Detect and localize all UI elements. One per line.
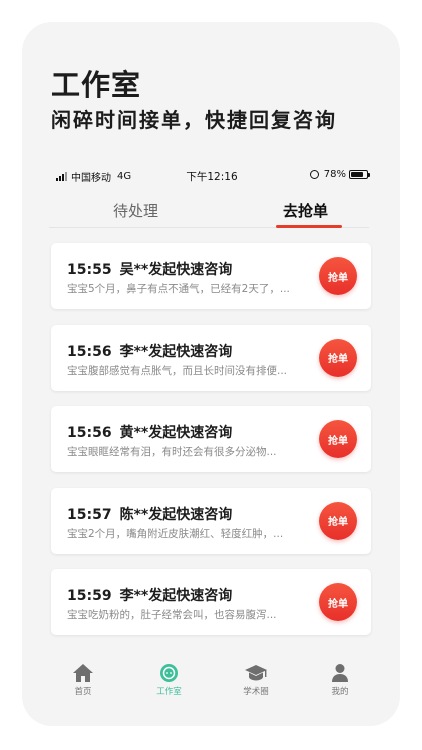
grab-order-button[interactable]: 抢单 [319, 501, 357, 540]
card-header: 15:56 黄**发起快速咨询 [67, 422, 232, 442]
grab-order-button[interactable]: 抢单 [319, 583, 357, 621]
consult-card[interactable]: 15:57 陈**发起快速咨询 宝宝2个月，嘴角附近皮肤潮红、轻度红肿，... 抢… [51, 487, 371, 554]
card-description: 宝宝腹部感觉有点胀气，而且长时间没有排便... [67, 364, 288, 377]
card-time: 15:59 [67, 588, 112, 604]
nav-studio[interactable]: 工作室 [139, 662, 199, 697]
person-icon [332, 664, 348, 682]
graduation-cap-icon [245, 665, 267, 681]
nav-label: 工作室 [156, 687, 182, 697]
card-header: 15:55 吴**发起快速咨询 [67, 259, 232, 279]
nav-label: 我的 [331, 687, 349, 697]
battery-percent: 78% [323, 169, 346, 180]
card-title: 李**发起快速咨询 [119, 343, 233, 360]
tab-grab-orders[interactable]: 去抢单 [283, 200, 328, 221]
nav-label: 首页 [74, 687, 92, 697]
home-icon [73, 664, 93, 682]
grab-order-button[interactable]: 抢单 [319, 338, 357, 377]
status-right: 78% [309, 169, 370, 180]
chat-bubble-icon [160, 664, 178, 682]
card-header: 15:57 陈**发起快速咨询 [67, 504, 232, 524]
card-header: 15:56 李**发起快速咨询 [67, 341, 232, 361]
grab-order-button[interactable]: 抢单 [319, 257, 357, 295]
grab-order-button[interactable]: 抢单 [319, 420, 357, 458]
card-time: 15:56 [67, 343, 112, 360]
card-description: 宝宝5个月，鼻子有点不通气，已经有2天了，... [67, 283, 290, 295]
card-title: 吴**发起快速咨询 [119, 262, 233, 278]
active-tab-indicator [276, 225, 342, 228]
card-title: 陈**发起快速咨询 [119, 506, 233, 523]
consult-card[interactable]: 15:56 黄**发起快速咨询 宝宝眼眶经常有泪，有时还会有很多分泌物... 抢单 [51, 406, 371, 472]
consult-card[interactable]: 15:55 吴**发起快速咨询 宝宝5个月，鼻子有点不通气，已经有2天了，... … [51, 243, 371, 309]
orientation-lock-icon [309, 170, 319, 179]
card-time: 15:56 [67, 425, 112, 441]
card-description: 宝宝吃奶粉的，肚子经常会叫，也容易腹泻... [67, 609, 277, 621]
consult-card[interactable]: 15:59 李**发起快速咨询 宝宝吃奶粉的，肚子经常会叫，也容易腹泻... 抢单 [51, 569, 371, 635]
card-title: 李**发起快速咨询 [119, 588, 233, 604]
page-title: 工作室 [51, 68, 142, 102]
tab-bar: 待处理 去抢单 [49, 194, 369, 228]
tab-pending[interactable]: 待处理 [113, 200, 158, 221]
status-bar: 中国移动 4G 下午12:16 78% [56, 168, 370, 184]
nav-mine[interactable]: 我的 [310, 662, 370, 697]
consult-list: 15:55 吴**发起快速咨询 宝宝5个月，鼻子有点不通气，已经有2天了，... … [51, 243, 371, 651]
nav-home[interactable]: 首页 [53, 662, 113, 697]
card-header: 15:59 李**发起快速咨询 [67, 585, 232, 605]
card-description: 宝宝眼眶经常有泪，有时还会有很多分泌物... [67, 446, 277, 458]
battery-icon [349, 170, 370, 179]
page-subtitle: 闲碎时间接单，快捷回复咨询 [51, 108, 337, 132]
card-time: 15:55 [67, 262, 112, 278]
nav-label: 学术圈 [243, 687, 269, 697]
card-description: 宝宝2个月，嘴角附近皮肤潮红、轻度红肿，... [67, 527, 284, 540]
phone-frame: 工作室 闲碎时间接单，快捷回复咨询 中国移动 4G 下午12:16 78% 待处… [22, 22, 400, 726]
card-time: 15:57 [67, 506, 112, 523]
consult-card[interactable]: 15:56 李**发起快速咨询 宝宝腹部感觉有点胀气，而且长时间没有排便... 抢… [51, 324, 371, 391]
card-title: 黄**发起快速咨询 [119, 425, 233, 441]
battery-fill [351, 172, 363, 177]
nav-academic[interactable]: 学术圈 [226, 662, 286, 697]
bottom-nav: 首页 工作室 学术圈 我的 [22, 662, 400, 712]
